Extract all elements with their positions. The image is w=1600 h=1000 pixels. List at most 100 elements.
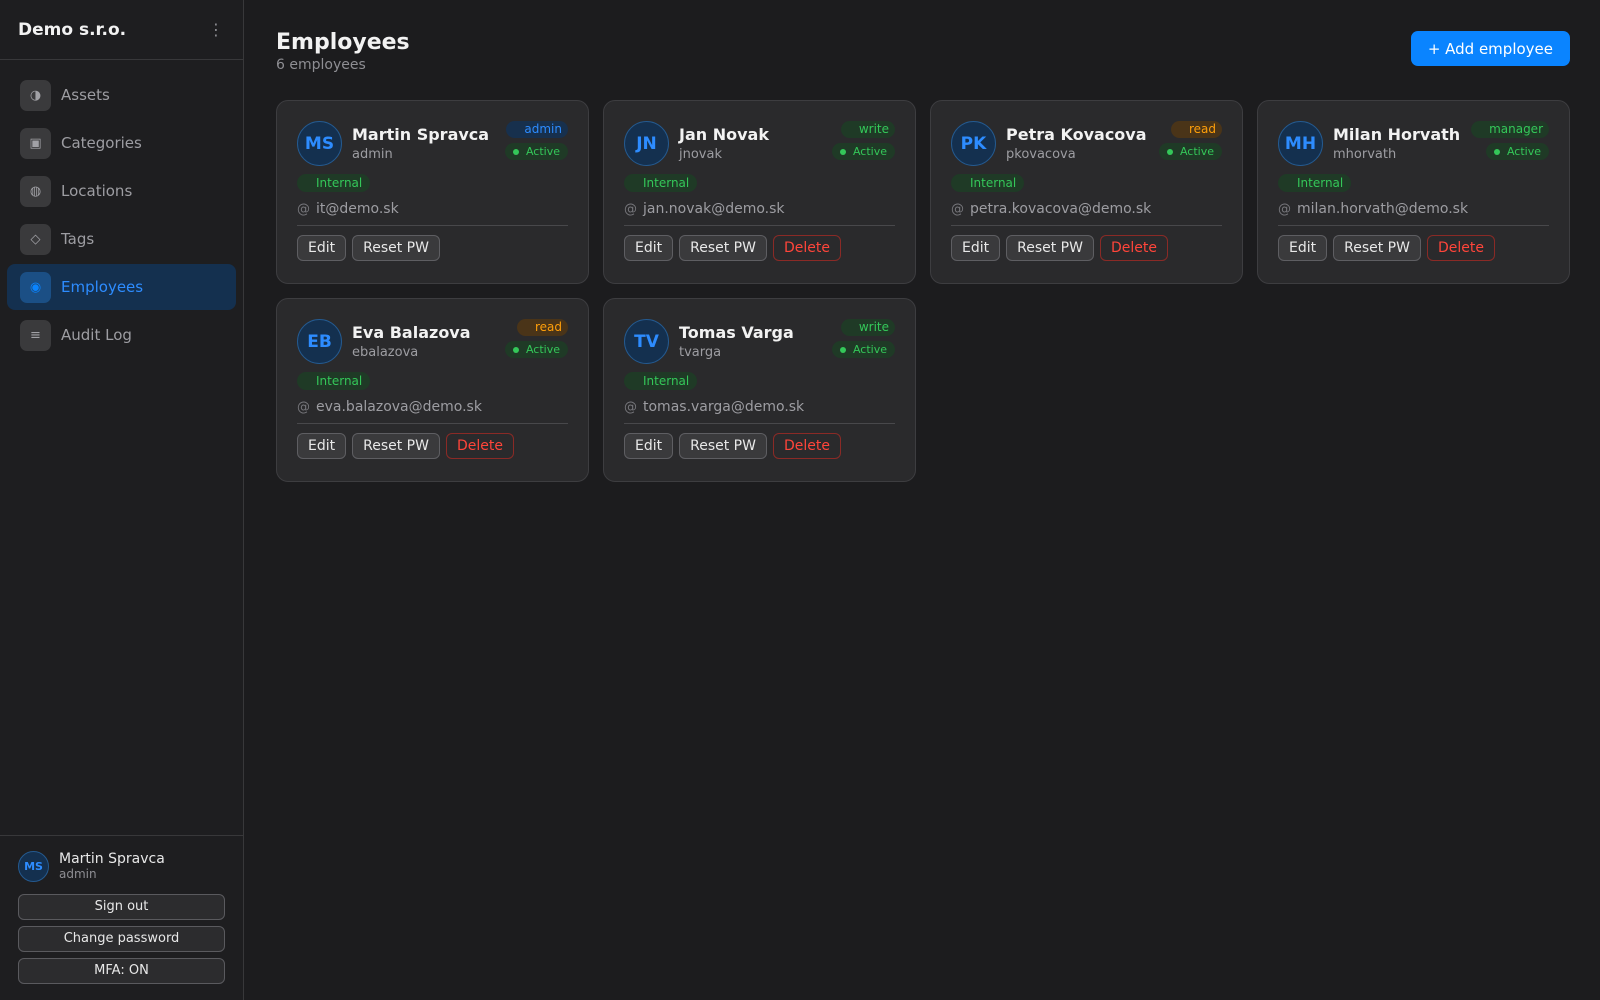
email-row: @ jan.novak@demo.sk [624,199,895,219]
role-badge: admin [506,121,568,138]
delete-button[interactable]: Delete [445,433,514,459]
employee-card: JN Jan Novak jnovak write Active Internal @ jan… [603,100,916,284]
employee-email: milan.horvath@demo.sk [1297,201,1469,217]
change-password-button[interactable]: Change password [18,926,225,952]
edit-button[interactable]: Edit [624,433,674,459]
sidebar-item-tags[interactable]: ◇ Tags [7,216,236,262]
edit-button[interactable]: Edit [951,235,1001,261]
reset-password-button[interactable]: Reset PW [1006,235,1094,261]
sidebar-item-label: Employees [61,278,144,296]
employee-email: tomas.varga@demo.sk [643,399,805,415]
badges: manager Active [1471,121,1549,160]
add-employee-button[interactable]: + Add employee [1410,31,1570,66]
status-label: Active [1179,145,1214,158]
current-user: MS Martin Spravca admin [18,851,225,882]
user-role: admin [59,867,97,881]
type-badge: Internal [297,372,371,390]
mfa-toggle-button[interactable]: MFA: ON [18,958,225,984]
edit-button[interactable]: Edit [297,433,347,459]
reset-password-button[interactable]: Reset PW [679,235,767,261]
reset-password-button[interactable]: Reset PW [1333,235,1421,261]
delete-button[interactable]: Delete [1099,235,1168,261]
name-block: Martin Spravca admin [352,121,505,162]
employees-icon: ◉ [20,271,51,303]
employee-name: Eva Balazova [352,323,471,342]
employee-card: TV Tomas Varga tvarga write Active Internal @ t… [603,298,916,482]
type-badge: Internal [624,174,698,192]
badges: read Active [1158,121,1222,160]
avatar: MH [1278,121,1323,166]
type-badge: Internal [1278,174,1352,192]
delete-button[interactable]: Delete [1426,235,1495,261]
employee-username: tvarga [679,345,722,360]
status-dot-icon [1166,148,1173,155]
employee-grid: MS Martin Spravca admin admin Active Internal… [276,100,1570,482]
locations-icon: ◍ [20,175,51,207]
employee-card: EB Eva Balazova ebalazova read Active Interna… [276,298,589,482]
role-badge: read [1170,121,1222,138]
delete-button[interactable]: Delete [772,433,841,459]
employee-email: petra.kovacova@demo.sk [970,201,1152,217]
sidebar-item-locations[interactable]: ◍ Locations [7,168,236,214]
type-badge: Internal [297,174,371,192]
status-badge: Active [504,341,568,358]
status-label: Active [852,145,887,158]
org-name: Demo s.r.o. [18,19,127,40]
status-label: Active [525,343,560,356]
employee-name: Petra Kovacova [1006,125,1147,144]
sidebar-footer: MS Martin Spravca admin Sign out Change … [0,835,243,1000]
card-header: MH Milan Horvath mhorvath manager Active [1278,121,1549,167]
delete-button[interactable]: Delete [772,235,841,261]
sidebar-nav: ◑ Assets ▣ Categories ◍ Locations ◇ Tags ◉ Employ… [0,60,243,372]
employee-email: jan.novak@demo.sk [643,201,785,217]
edit-button[interactable]: Edit [297,235,347,261]
role-badge: read [516,319,568,336]
main-content: Employees 6 employees + Add employee MS M… [276,0,1570,482]
sidebar-item-audit-log[interactable]: ≡ Audit Log [7,312,236,358]
employee-card: MS Martin Spravca admin admin Active Internal… [276,100,589,284]
status-dot-icon [512,148,519,155]
sidebar-header: Demo s.r.o. ⋮ [0,0,243,60]
status-dot-icon [512,346,519,353]
role-badge: write [840,319,895,336]
divider [624,225,895,226]
email-row: @ eva.balazova@demo.sk [297,397,568,417]
card-header: JN Jan Novak jnovak write Active [624,121,895,167]
avatar: MS [297,121,342,166]
card-actions: Edit Reset PW Delete [624,433,895,459]
edit-button[interactable]: Edit [624,235,674,261]
sidebar-item-employees[interactable]: ◉ Employees [7,264,236,310]
more-options-icon[interactable]: ⋮ [207,20,225,39]
email-row: @ tomas.varga@demo.sk [624,397,895,417]
status-badge: Active [831,143,895,160]
divider [624,423,895,424]
divider [1278,225,1549,226]
at-icon: @ [1278,202,1291,217]
sidebar-item-assets[interactable]: ◑ Assets [7,72,236,118]
reset-password-button[interactable]: Reset PW [352,235,440,261]
sign-out-button[interactable]: Sign out [18,894,225,920]
type-badge: Internal [951,174,1025,192]
status-label: Active [525,145,560,158]
role-badge: write [840,121,895,138]
employee-name: Martin Spravca [352,125,490,144]
page-header: Employees 6 employees + Add employee [276,0,1570,100]
card-actions: Edit Reset PW Delete [951,235,1222,261]
sidebar-item-categories[interactable]: ▣ Categories [7,120,236,166]
card-header: MS Martin Spravca admin admin Active [297,121,568,167]
employee-username: pkovacova [1006,147,1076,162]
edit-button[interactable]: Edit [1278,235,1328,261]
status-badge: Active [504,143,568,160]
status-badge: Active [1158,143,1222,160]
avatar: EB [297,319,342,364]
reset-password-button[interactable]: Reset PW [352,433,440,459]
status-badge: Active [1485,143,1549,160]
reset-password-button[interactable]: Reset PW [679,433,767,459]
at-icon: @ [951,202,964,217]
sidebar-item-label: Categories [61,134,142,152]
status-label: Active [852,343,887,356]
card-header: PK Petra Kovacova pkovacova read Active [951,121,1222,167]
type-badge: Internal [624,372,698,390]
sidebar-item-label: Locations [61,182,133,200]
employee-name: Milan Horvath [1333,125,1461,144]
